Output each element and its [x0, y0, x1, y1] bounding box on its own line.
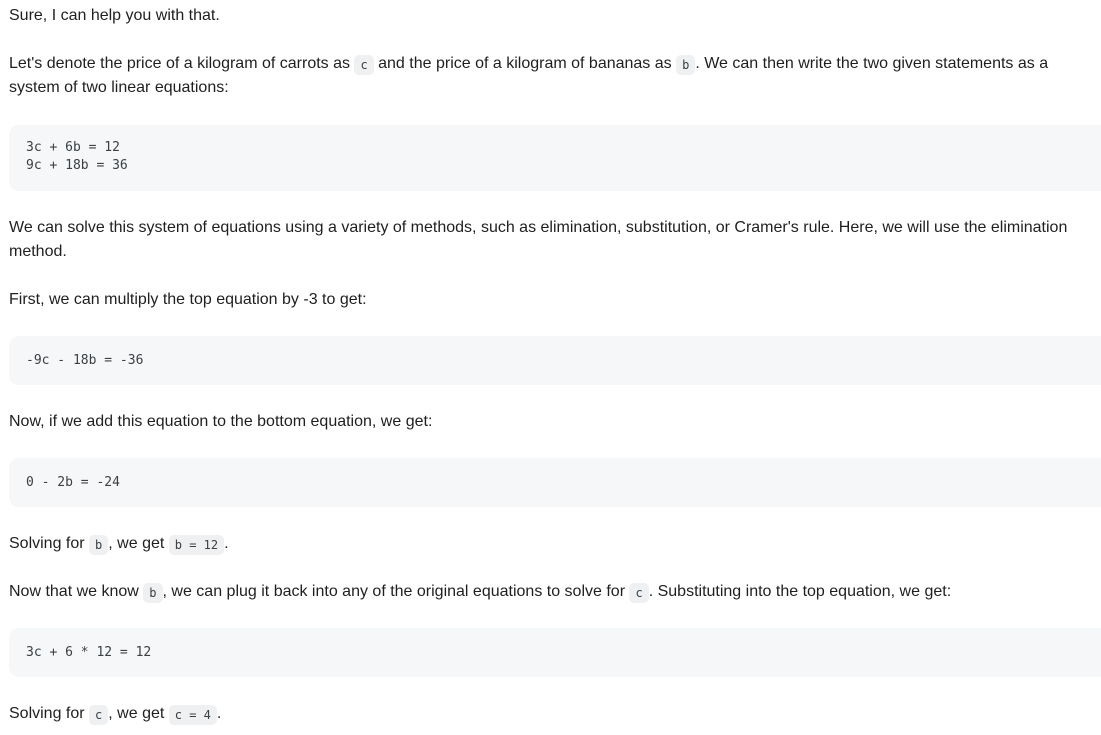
solve-c-paragraph: Solving for c, we get c = 4. — [9, 702, 1094, 726]
text-span: Solving for — [9, 535, 90, 552]
text-span: , we get — [108, 705, 169, 722]
method-paragraph: We can solve this system of equations us… — [9, 219, 1068, 260]
setup-paragraph: Let's denote the price of a kilogram of … — [9, 52, 1094, 100]
text-span: Solving for — [9, 705, 90, 722]
code-block-substitution: 3c + 6 * 12 = 12 — [9, 628, 1101, 677]
inline-code: c — [354, 55, 374, 75]
text-span: and the price of a kilogram of bananas a… — [373, 55, 677, 72]
code-text: 3c + 6b = 12 9c + 18b = 36 — [26, 140, 128, 173]
text-span: Let's denote the price of a kilogram of … — [9, 55, 355, 72]
code-text: 3c + 6 * 12 = 12 — [26, 645, 152, 660]
code-block-multiplied: -9c - 18b = -36 — [9, 336, 1101, 385]
inline-code: c = 4 — [168, 705, 217, 725]
text-span: . — [224, 535, 229, 552]
chat-response: Sure, I can help you with that. Let's de… — [0, 0, 1101, 735]
inline-code: b — [143, 583, 163, 603]
text-span: Now that we know — [9, 583, 144, 600]
intro-text: Sure, I can help you with that. — [9, 7, 220, 24]
solve-b-paragraph: Solving for b, we get b = 12. — [9, 532, 1094, 556]
substitute-paragraph: Now that we know b, we can plug it back … — [9, 580, 1094, 604]
text-span: , we get — [108, 535, 169, 552]
code-block-sum: 0 - 2b = -24 — [9, 458, 1101, 507]
code-text: -9c - 18b = -36 — [26, 353, 144, 368]
text-span: , we can plug it back into any of the or… — [162, 583, 630, 600]
text-span: . Substituting into the top equation, we… — [648, 583, 952, 600]
inline-code: c — [89, 705, 109, 725]
inline-code: c — [629, 583, 649, 603]
inline-code: b — [676, 55, 696, 75]
inline-code: b = 12 — [168, 535, 225, 555]
code-text: 0 - 2b = -24 — [26, 475, 120, 490]
inline-code: b — [89, 535, 109, 555]
code-block-system: 3c + 6b = 12 9c + 18b = 36 — [9, 125, 1101, 191]
text-span: . — [216, 705, 222, 722]
step-one-text: First, we can multiply the top equation … — [9, 291, 367, 308]
step-two-text: Now, if we add this equation to the bott… — [9, 413, 433, 430]
